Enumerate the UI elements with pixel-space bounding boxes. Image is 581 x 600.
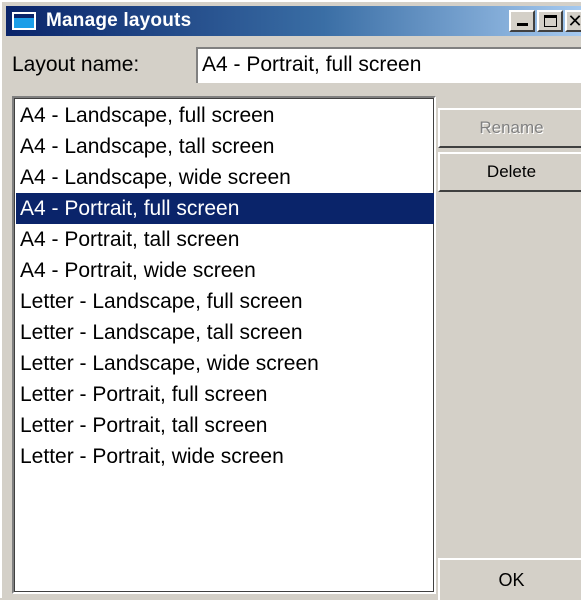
window-title: Manage layouts bbox=[46, 10, 192, 31]
list-item[interactable]: A4 - Landscape, tall screen bbox=[16, 131, 434, 162]
window-icon bbox=[12, 12, 36, 30]
layout-name-label: Layout name: bbox=[12, 53, 140, 76]
maximize-icon bbox=[544, 15, 557, 27]
close-icon: ✕ bbox=[567, 11, 581, 31]
caption-buttons: ✕ bbox=[507, 10, 581, 32]
rename-button[interactable]: Rename bbox=[438, 108, 581, 148]
list-item[interactable]: A4 - Portrait, tall screen bbox=[16, 224, 434, 255]
list-item[interactable]: A4 - Portrait, full screen bbox=[16, 193, 434, 224]
list-item[interactable]: A4 - Portrait, wide screen bbox=[16, 255, 434, 286]
list-item[interactable]: Letter - Portrait, full screen bbox=[16, 379, 434, 410]
close-button[interactable]: ✕ bbox=[565, 10, 581, 32]
layouts-list[interactable]: A4 - Landscape, full screen A4 - Landscap… bbox=[12, 96, 436, 594]
maximize-button[interactable] bbox=[537, 10, 563, 32]
layout-name-row: Layout name: A4 - Portrait, full screen bbox=[6, 38, 581, 92]
minimize-icon bbox=[517, 23, 528, 26]
list-item[interactable]: Letter - Portrait, tall screen bbox=[16, 410, 434, 441]
list-item[interactable]: A4 - Landscape, full screen bbox=[16, 100, 434, 131]
layout-name-input[interactable]: A4 - Portrait, full screen bbox=[196, 47, 581, 83]
layouts-list-items: A4 - Landscape, full screen A4 - Landscap… bbox=[16, 100, 434, 472]
list-item[interactable]: Letter - Landscape, wide screen bbox=[16, 348, 434, 379]
delete-button[interactable]: Delete bbox=[438, 152, 581, 192]
manage-layouts-dialog: Manage layouts ✕ Layout name: A4 - Portr… bbox=[0, 0, 581, 600]
list-item[interactable]: Letter - Portrait, wide screen bbox=[16, 441, 434, 472]
minimize-button[interactable] bbox=[509, 10, 535, 32]
ok-button[interactable]: OK bbox=[438, 558, 581, 600]
list-item[interactable]: Letter - Landscape, tall screen bbox=[16, 317, 434, 348]
list-item[interactable]: Letter - Landscape, full screen bbox=[16, 286, 434, 317]
title-bar[interactable]: Manage layouts ✕ bbox=[6, 6, 581, 36]
list-item[interactable]: A4 - Landscape, wide screen bbox=[16, 162, 434, 193]
